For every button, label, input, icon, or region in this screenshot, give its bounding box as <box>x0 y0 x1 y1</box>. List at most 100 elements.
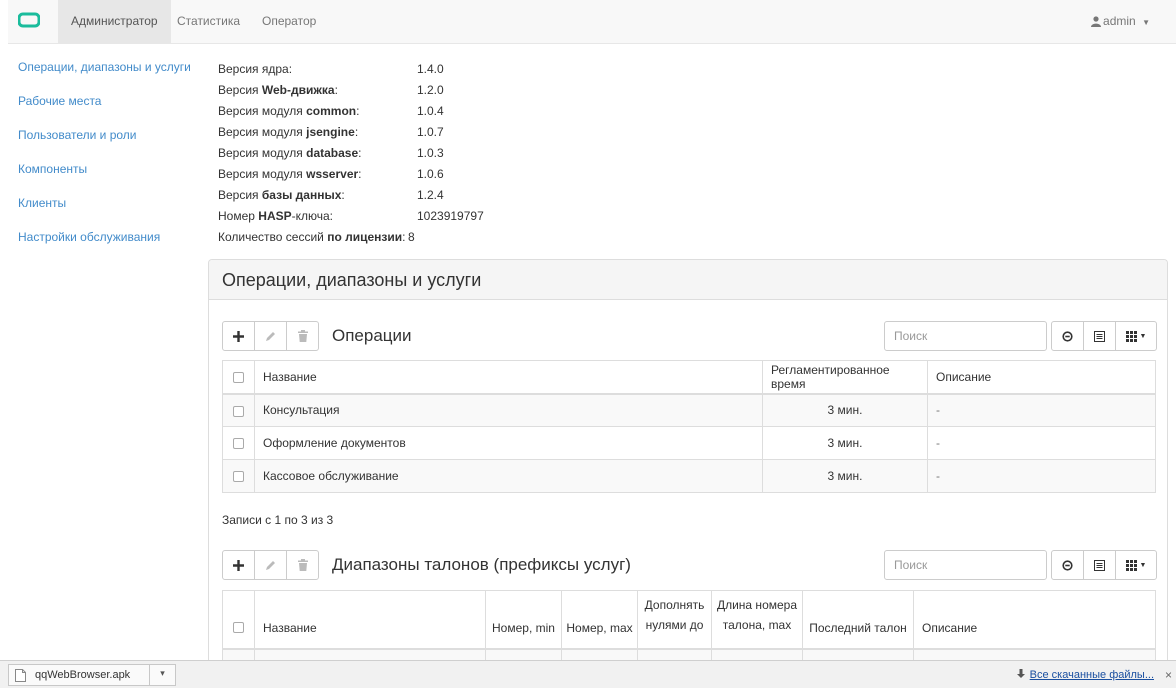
list-icon <box>1094 559 1105 571</box>
operations-title: Операции <box>332 326 412 345</box>
add-operation-button[interactable] <box>222 321 255 351</box>
add-range-button[interactable] <box>222 550 255 580</box>
sidebar-item-workplaces[interactable]: Рабочие места <box>8 84 208 118</box>
close-download-bar-button[interactable]: × <box>1165 661 1172 689</box>
column-header-number-min[interactable]: Номер, min <box>485 590 562 650</box>
column-header-ticket-length[interactable]: Длина номера талона, max <box>711 590 803 650</box>
sidebar-item-clients[interactable]: Клиенты <box>8 186 208 220</box>
column-header-ticket-length-line2: талона, max <box>722 617 792 632</box>
column-header-name[interactable]: Название <box>254 360 763 395</box>
row-checkbox-cell <box>222 426 255 460</box>
toggle-view-button[interactable] <box>1083 550 1116 580</box>
info-label-suffix: : <box>356 104 360 118</box>
info-value: 1.0.6 <box>417 167 444 181</box>
refresh-button[interactable] <box>1051 321 1084 351</box>
column-header-description[interactable]: Описание <box>927 360 1156 395</box>
row-checkbox[interactable] <box>233 405 244 417</box>
column-header-name[interactable]: Название <box>254 590 486 650</box>
user-menu[interactable]: admin ▼ <box>1091 0 1150 42</box>
column-header-number-min-label: Номер, min <box>492 620 555 635</box>
columns-menu-button[interactable]: ▼ <box>1115 550 1157 580</box>
info-label-text: Версия модуля <box>218 104 307 118</box>
info-label: Версия базы данных: <box>218 188 345 203</box>
all-downloads-link[interactable]: Все скачанные файлы... <box>1016 661 1154 689</box>
column-header-name-label: Название <box>263 620 317 635</box>
select-all-cell <box>222 590 255 650</box>
select-all-cell <box>222 360 255 395</box>
info-value: 1.2.0 <box>417 83 444 97</box>
download-options-button[interactable]: ▾ <box>150 664 176 686</box>
download-item[interactable]: qqWebBrowser.apk ▾ <box>8 664 178 686</box>
pencil-icon <box>266 560 275 570</box>
toggle-view-button[interactable] <box>1083 321 1116 351</box>
nav-tab-administrator[interactable]: Администратор <box>58 0 171 44</box>
table-row[interactable]: Консультация 3 мин. - <box>222 393 1156 427</box>
user-icon <box>1091 16 1102 27</box>
row-checkbox[interactable] <box>233 471 244 483</box>
info-value: 1023919797 <box>417 209 484 223</box>
cell-time: 3 мин. <box>762 459 928 493</box>
column-header-number-max[interactable]: Номер, max <box>561 590 638 650</box>
ranges-tools: ▼ <box>1051 550 1157 580</box>
info-value: 1.0.4 <box>417 104 444 118</box>
column-header-last-ticket[interactable]: Последний талон <box>802 590 914 650</box>
cell-time: 3 мин. <box>762 393 928 427</box>
plus-icon <box>233 559 244 571</box>
nav-tab-statistics[interactable]: Статистика <box>164 0 253 44</box>
edit-operation-button[interactable] <box>254 321 287 351</box>
info-label-suffix: : <box>354 125 359 139</box>
select-all-checkbox[interactable] <box>233 621 244 633</box>
app-logo-icon[interactable] <box>18 12 40 28</box>
info-label-bold: jsengine <box>306 125 355 139</box>
delete-range-button[interactable] <box>286 550 319 580</box>
table-row[interactable]: Оформление документов 3 мин. - <box>222 426 1156 460</box>
sidebar-item-operations[interactable]: Операции, диапазоны и услуги <box>8 50 208 84</box>
sidebar-item-components[interactable]: Компоненты <box>8 152 208 186</box>
info-label: Версия модуля database: <box>218 146 362 161</box>
refresh-button[interactable] <box>1051 550 1084 580</box>
info-label-suffix: : <box>334 83 338 97</box>
caret-down-icon: ▼ <box>1142 18 1150 27</box>
download-arrow-icon <box>1016 669 1025 678</box>
columns-menu-button[interactable]: ▼ <box>1115 321 1157 351</box>
info-label: Количество сессий по лицензии: <box>218 230 405 245</box>
info-label-text: Версия <box>218 188 262 202</box>
info-label-text: Версия модуля <box>218 125 307 139</box>
user-name: admin <box>1103 14 1136 28</box>
download-file[interactable]: qqWebBrowser.apk <box>8 664 150 686</box>
sidebar-item-users-roles[interactable]: Пользователи и роли <box>8 118 208 152</box>
column-header-description[interactable]: Описание <box>913 590 1156 650</box>
info-label-suffix: : <box>358 167 362 181</box>
cell-name: Консультация <box>254 393 763 427</box>
nav-tab-operator[interactable]: Оператор <box>249 0 329 44</box>
sidebar-item-service-settings[interactable]: Настройки обслуживания <box>8 220 208 254</box>
records-info: Записи с 1 по 3 из 3 <box>222 513 334 527</box>
info-label-text: Количество сессий <box>218 230 328 244</box>
select-all-checkbox[interactable] <box>233 372 244 384</box>
edit-range-button[interactable] <box>254 550 287 580</box>
ranges-search-input[interactable] <box>884 550 1047 580</box>
column-header-pad-zeros[interactable]: Дополнять нулями до <box>637 590 712 650</box>
column-header-time[interactable]: Регламентированное время <box>762 360 928 395</box>
info-label-bold: HASP <box>258 209 292 223</box>
column-header-description-label: Описание <box>922 620 978 635</box>
info-label-text: Версия модуля <box>218 146 307 160</box>
delete-operation-button[interactable] <box>286 321 319 351</box>
table-row[interactable]: Кассовое обслуживание 3 мин. - <box>222 459 1156 493</box>
table-header-row: Название Номер, min Номер, max Дополнять… <box>222 590 1156 650</box>
trash-icon <box>297 559 308 571</box>
caret-down-icon: ▼ <box>1139 332 1147 340</box>
row-checkbox[interactable] <box>233 438 244 450</box>
info-label: Версия модуля wsserver: <box>218 167 362 182</box>
info-label-bold: по лицензии <box>327 230 403 244</box>
operations-section: Операции ▼ Название Регламентированное в… <box>222 321 1157 527</box>
row-checkbox-cell <box>222 393 255 427</box>
top-navbar: Администратор Статистика Оператор admin … <box>8 0 1176 44</box>
refresh-icon <box>1062 559 1073 571</box>
info-label: Номер HASP-ключа: <box>218 209 333 224</box>
list-icon <box>1094 330 1105 342</box>
operations-search-input[interactable] <box>884 321 1047 351</box>
cell-description: - <box>927 459 1156 493</box>
column-header-pad-zeros-line2: нулями до <box>645 617 704 632</box>
trash-icon <box>297 330 308 342</box>
